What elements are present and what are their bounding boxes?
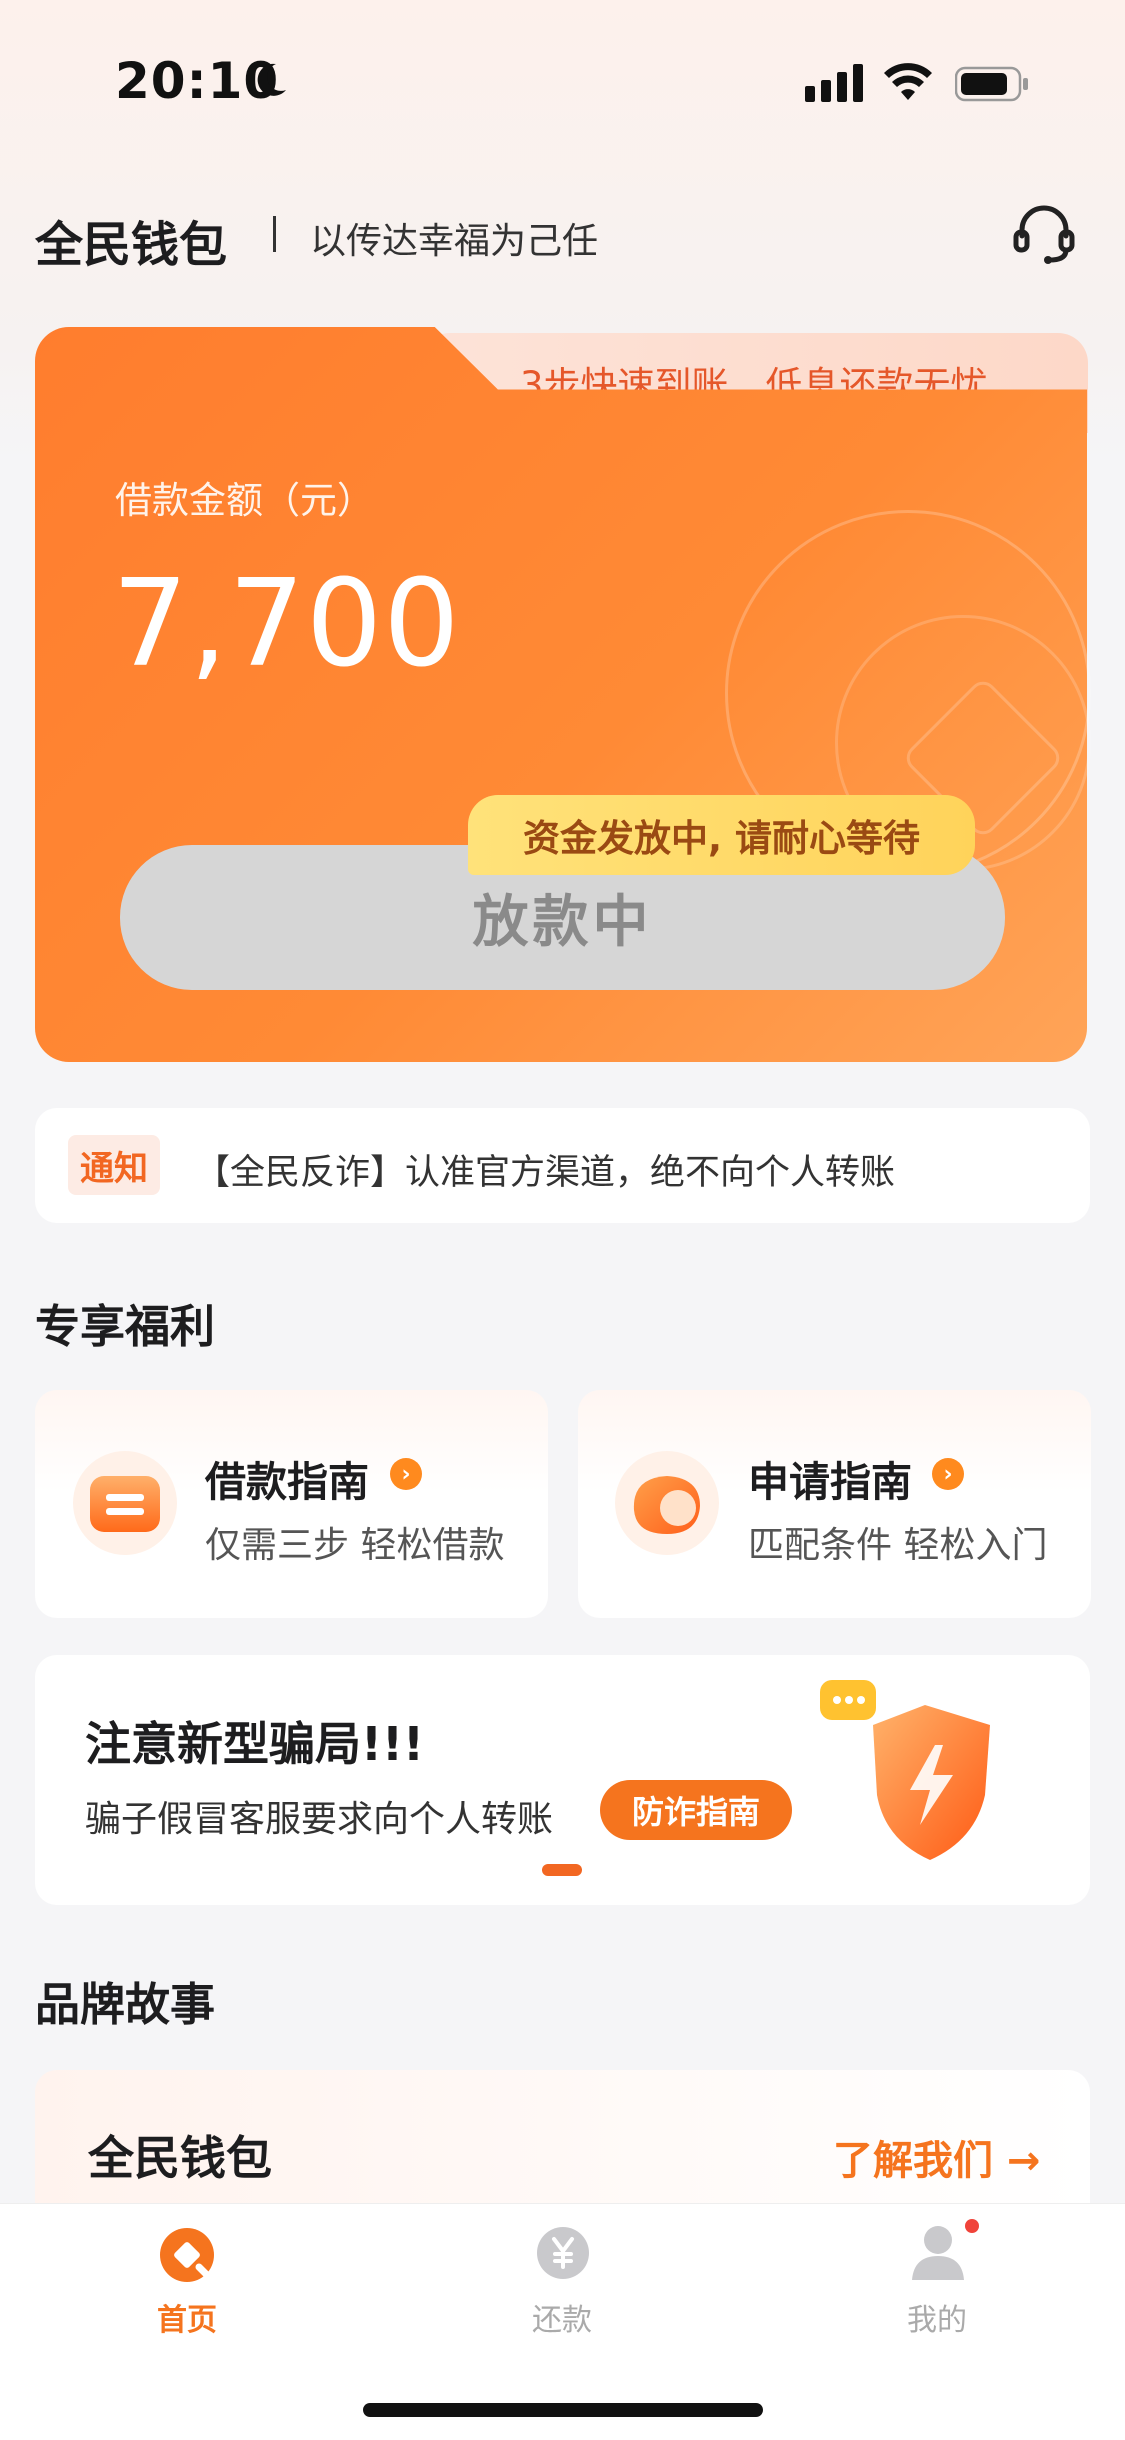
brand-story-card-title: 全民钱包 <box>88 2131 272 2185</box>
loan-amount-label: 借款金额（元） <box>115 479 374 522</box>
cellular-signal-icon <box>805 64 863 102</box>
app-brand-title: 全民钱包 <box>35 217 228 273</box>
apply-guide-title: 申请指南 <box>748 1458 912 1506</box>
shield-lightning-icon <box>820 1680 990 1860</box>
loan-guide-icon <box>73 1451 177 1555</box>
header-divider <box>273 216 276 252</box>
welfare-section-title: 专享福利 <box>35 1300 216 1353</box>
fraud-banner-title: 注意新型骗局!!! <box>85 1717 424 1771</box>
wifi-icon <box>884 63 932 100</box>
repayment-icon[interactable] <box>535 2225 591 2281</box>
loan-amount-value: 7,700 <box>112 555 461 694</box>
about-us-link[interactable]: 了解我们 → <box>833 2128 1040 2186</box>
app-slogan: 以传达幸福为己任 <box>310 221 599 262</box>
disbursing-tip-bubble: 资金发放中, 请耐心等待 <box>468 795 975 875</box>
loan-guide-subtitle: 仅需三步 轻松借款 <box>205 1525 505 1566</box>
home-icon[interactable] <box>157 2225 217 2285</box>
profile-icon[interactable] <box>908 2218 980 2284</box>
home-indicator <box>363 2403 763 2417</box>
moon-icon <box>257 63 286 96</box>
notice-text: 【全民反诈】认准官方渠道，绝不向个人转账 <box>195 1153 896 1193</box>
chevron-right-icon: › <box>932 1458 964 1490</box>
loan-guide-title: 借款指南 <box>205 1458 369 1506</box>
customer-service-icon[interactable] <box>1010 200 1078 268</box>
notice-badge: 通知 <box>68 1135 160 1195</box>
battery-icon <box>955 66 1028 102</box>
apply-guide-subtitle: 匹配条件 轻松入门 <box>748 1525 1048 1566</box>
compass-icon <box>615 1451 719 1555</box>
carousel-indicator <box>542 1864 582 1876</box>
tab-home[interactable]: 首页 <box>157 2295 217 2339</box>
tab-profile[interactable]: 我的 <box>907 2295 967 2339</box>
brand-story-section-title: 品牌故事 <box>35 1978 216 2031</box>
fraud-banner-subtitle: 骗子假冒客服要求向个人转账 <box>85 1799 554 1840</box>
chevron-right-icon: › <box>390 1458 422 1490</box>
tab-repayment[interactable]: 还款 <box>532 2295 592 2339</box>
anti-fraud-guide-button[interactable]: 防诈指南 <box>600 1780 792 1840</box>
